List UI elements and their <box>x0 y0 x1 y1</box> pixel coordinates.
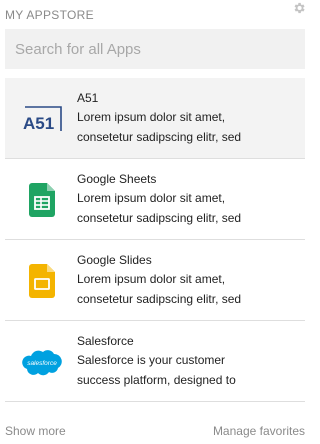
search-input[interactable] <box>5 29 305 69</box>
list-item-a51[interactable]: A51 A51 Lorem ipsum dolor sit amet, conse… <box>5 78 305 159</box>
app-name: Google Slides <box>77 253 152 267</box>
appstore-footer: Show more Manage favorites <box>0 418 310 444</box>
app-description: Lorem ipsum dolor sit amet, consetetur sa… <box>77 110 242 144</box>
gear-icon[interactable] <box>292 1 306 15</box>
appstore-header: MY APPSTORE <box>0 0 310 28</box>
app-name: A51 <box>77 91 99 105</box>
app-description: Lorem ipsum dolor sit amet, consetetur sa… <box>77 191 242 225</box>
list-item-salesforce[interactable]: salesforce Salesforce Salesforce is your… <box>5 321 305 402</box>
list-item-google-sheets[interactable]: Google Sheets Lorem ipsum dolor sit amet… <box>5 159 305 240</box>
app-description: Lorem ipsum dolor sit amet, consetetur sa… <box>77 272 242 306</box>
salesforce-logo-icon: salesforce <box>19 321 65 402</box>
google-slides-icon <box>19 240 65 321</box>
list-item-google-slides[interactable]: Google Slides Lorem ipsum dolor sit amet… <box>5 240 305 321</box>
svg-text:salesforce: salesforce <box>27 360 57 367</box>
manage-favorites-link[interactable]: Manage favorites <box>213 424 305 438</box>
app-list: A51 A51 Lorem ipsum dolor sit amet, conse… <box>5 78 305 402</box>
show-more-link[interactable]: Show more <box>5 424 66 438</box>
app-name: Google Sheets <box>77 172 157 186</box>
svg-text:A51: A51 <box>23 114 54 132</box>
appstore-title: MY APPSTORE <box>5 8 94 22</box>
app-name: Salesforce <box>77 334 134 348</box>
google-sheets-icon <box>19 159 65 240</box>
app-description: Salesforce is your customer success platf… <box>77 353 236 387</box>
a51-logo-icon: A51 <box>19 78 65 159</box>
